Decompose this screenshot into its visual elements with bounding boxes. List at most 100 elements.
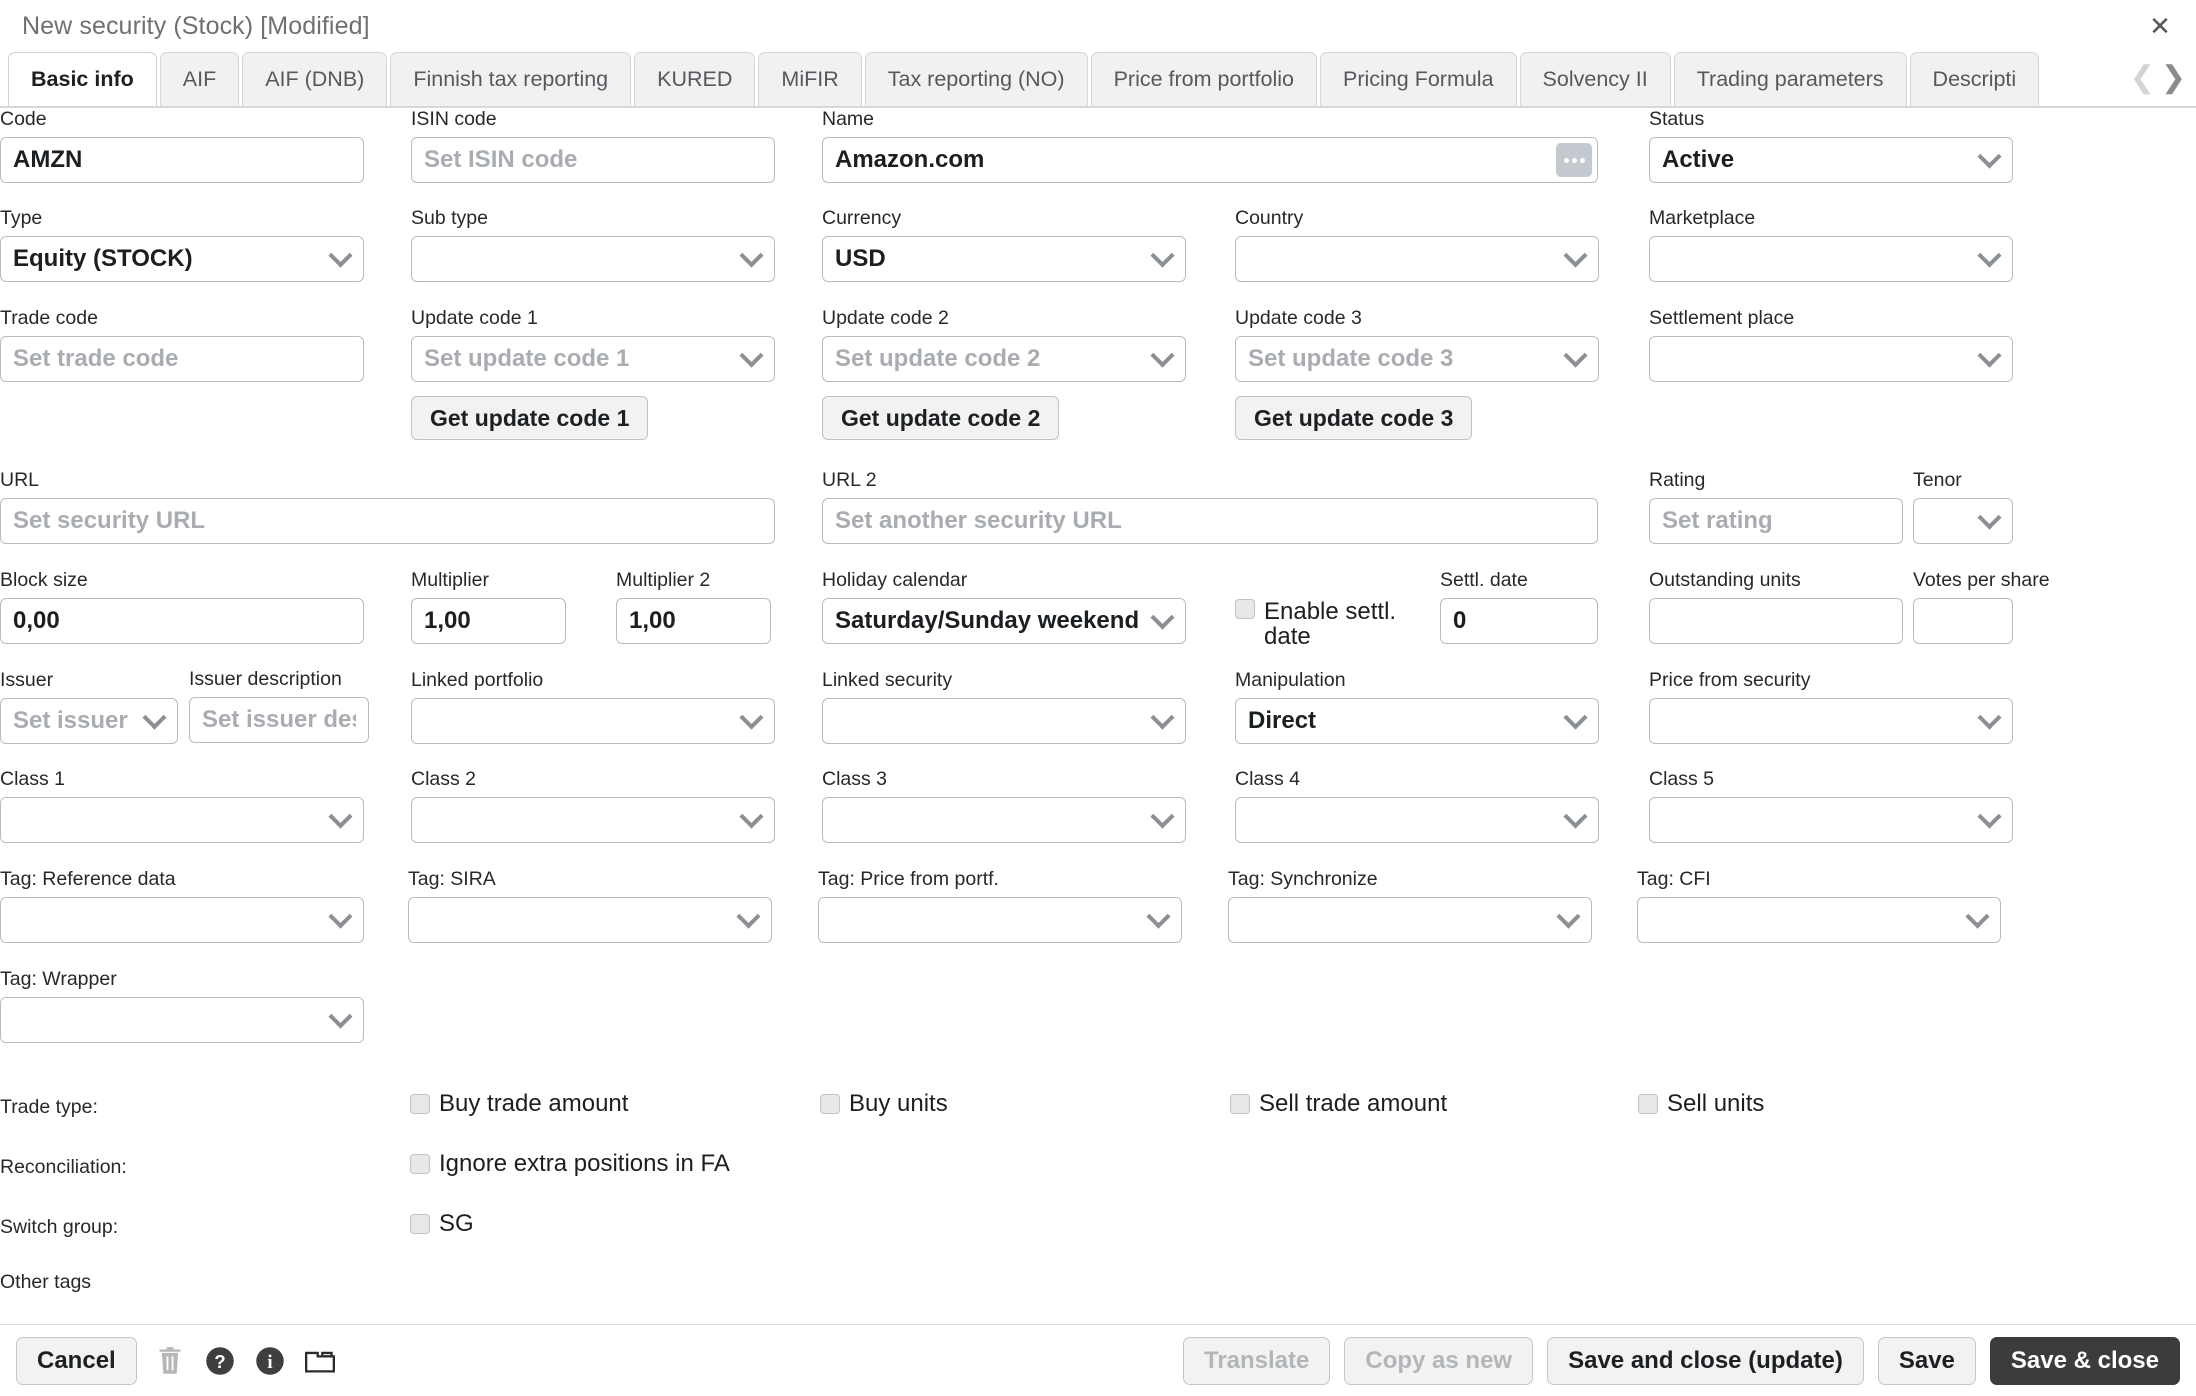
tag-price-from-portf-select[interactable] bbox=[818, 897, 1182, 943]
label-tag-wrapper: Tag: Wrapper bbox=[0, 968, 117, 990]
status-select[interactable]: Active bbox=[1649, 137, 2013, 183]
save-and-close-button[interactable]: Save & close bbox=[1989, 1336, 2180, 1385]
tab-descripti[interactable]: Descripti bbox=[1909, 52, 2040, 106]
tenor-select[interactable] bbox=[1913, 498, 2013, 544]
checkbox-sg[interactable]: SG bbox=[410, 1210, 474, 1238]
tab-mifir[interactable]: MiFIR bbox=[758, 52, 862, 106]
field-tag-reference-data: Tag: Reference data bbox=[0, 868, 364, 943]
update-code-1-select[interactable]: Set update code 1 bbox=[411, 336, 775, 382]
sell-units-checkbox[interactable] bbox=[1638, 1094, 1658, 1114]
multiplier2-input[interactable]: 1,00 bbox=[616, 598, 771, 644]
info-circle-icon[interactable]: i bbox=[253, 1344, 287, 1378]
tab-kured[interactable]: KURED bbox=[634, 52, 756, 106]
type-select[interactable]: Equity (STOCK) bbox=[0, 236, 364, 282]
tab-pricing-formula[interactable]: Pricing Formula bbox=[1320, 52, 1517, 106]
tab-aif[interactable]: AIF bbox=[159, 52, 240, 106]
code-input[interactable]: AMZN bbox=[0, 137, 364, 183]
trash-icon[interactable] bbox=[153, 1344, 187, 1378]
checkbox-buy-trade-amount[interactable]: Buy trade amount bbox=[410, 1090, 628, 1118]
block-size-input[interactable]: 0,00 bbox=[0, 598, 364, 644]
class1-select[interactable] bbox=[0, 797, 364, 843]
chevron-left-icon[interactable]: ❮ bbox=[2130, 63, 2155, 93]
linked-portfolio-select[interactable] bbox=[411, 698, 775, 744]
sell-trade-amount-checkbox[interactable] bbox=[1230, 1094, 1250, 1114]
field-outstanding-units: Outstanding units bbox=[1649, 569, 1903, 644]
svg-text:?: ? bbox=[214, 1350, 225, 1371]
tab-aif-dnb[interactable]: AIF (DNB) bbox=[242, 52, 388, 106]
field-marketplace: Marketplace bbox=[1649, 207, 2013, 282]
enable-settl-date-checkbox[interactable] bbox=[1235, 599, 1255, 619]
tab-finnish-tax-reporting[interactable]: Finnish tax reporting bbox=[390, 52, 632, 106]
linked-security-select[interactable] bbox=[822, 698, 1186, 744]
checkbox-sell-trade-amount[interactable]: Sell trade amount bbox=[1230, 1090, 1447, 1118]
settl-date-value: 0 bbox=[1453, 607, 1467, 634]
trade-code-placeholder: Set trade code bbox=[13, 345, 179, 372]
copy-as-new-button[interactable]: Copy as new bbox=[1344, 1336, 1534, 1385]
tag-synchronize-select[interactable] bbox=[1228, 897, 1592, 943]
tab-trading-parameters[interactable]: Trading parameters bbox=[1673, 52, 1907, 106]
issuer-description-input[interactable]: Set issuer desc bbox=[189, 697, 369, 743]
label-holiday-calendar: Holiday calendar bbox=[822, 569, 968, 591]
question-circle-icon[interactable]: ? bbox=[203, 1344, 237, 1378]
get-update-code-3-button[interactable]: Get update code 3 bbox=[1235, 396, 1473, 440]
cancel-button[interactable]: Cancel bbox=[16, 1336, 137, 1385]
class3-select[interactable] bbox=[822, 797, 1186, 843]
update-code-2-select[interactable]: Set update code 2 bbox=[822, 336, 1186, 382]
tag-cfi-select[interactable] bbox=[1637, 897, 2001, 943]
label-trade-code: Trade code bbox=[0, 307, 98, 329]
name-input[interactable]: Amazon.com bbox=[822, 137, 1598, 183]
folder-icon[interactable] bbox=[303, 1344, 337, 1378]
checkbox-ignore-extra-positions[interactable]: Ignore extra positions in FA bbox=[410, 1150, 730, 1178]
trade-code-input[interactable]: Set trade code bbox=[0, 336, 364, 382]
sub-type-select[interactable] bbox=[411, 236, 775, 282]
url2-input[interactable]: Set another security URL bbox=[822, 498, 1598, 544]
tag-reference-data-select[interactable] bbox=[0, 897, 364, 943]
rating-placeholder: Set rating bbox=[1662, 507, 1773, 534]
country-select[interactable] bbox=[1235, 236, 1599, 282]
update-code-3-select[interactable]: Set update code 3 bbox=[1235, 336, 1599, 382]
class2-select[interactable] bbox=[411, 797, 775, 843]
url-input[interactable]: Set security URL bbox=[0, 498, 775, 544]
tab-price-from-portfolio[interactable]: Price from portfolio bbox=[1090, 52, 1317, 106]
chevron-right-icon[interactable]: ❯ bbox=[2161, 63, 2186, 93]
tab-basic-info[interactable]: Basic info bbox=[8, 52, 157, 106]
label-update-code-3: Update code 3 bbox=[1235, 307, 1362, 329]
marketplace-select[interactable] bbox=[1649, 236, 2013, 282]
sg-checkbox[interactable] bbox=[410, 1214, 430, 1234]
ellipsis-icon[interactable] bbox=[1556, 143, 1592, 177]
holiday-calendar-select[interactable]: Saturday/Sunday weekend bbox=[822, 598, 1186, 644]
save-button[interactable]: Save bbox=[1877, 1336, 1976, 1385]
issuer-description-placeholder: Set issuer desc bbox=[202, 706, 356, 733]
tag-wrapper-select[interactable] bbox=[0, 997, 364, 1043]
translate-button[interactable]: Translate bbox=[1182, 1336, 1331, 1385]
outstanding-units-input[interactable] bbox=[1649, 598, 1903, 644]
checkbox-buy-units[interactable]: Buy units bbox=[820, 1090, 948, 1118]
label-other-tags: Other tags bbox=[0, 1271, 92, 1293]
buy-trade-amount-checkbox[interactable] bbox=[410, 1094, 430, 1114]
get-update-code-2-button[interactable]: Get update code 2 bbox=[822, 396, 1060, 440]
tag-sira-select[interactable] bbox=[408, 897, 772, 943]
tab-tax-reporting-no[interactable]: Tax reporting (NO) bbox=[864, 52, 1088, 106]
field-sub-type: Sub type bbox=[411, 207, 775, 282]
checkbox-sell-units[interactable]: Sell units bbox=[1638, 1090, 1764, 1118]
settlement-place-select[interactable] bbox=[1649, 336, 2013, 382]
multiplier-input[interactable]: 1,00 bbox=[411, 598, 566, 644]
currency-select[interactable]: USD bbox=[822, 236, 1186, 282]
price-from-security-select[interactable] bbox=[1649, 698, 2013, 744]
issuer-select[interactable]: Set issuer bbox=[0, 698, 178, 744]
ignore-extra-positions-checkbox[interactable] bbox=[410, 1154, 430, 1174]
rating-input[interactable]: Set rating bbox=[1649, 498, 1903, 544]
tab-solvency-ii[interactable]: Solvency II bbox=[1519, 52, 1671, 106]
manipulation-select[interactable]: Direct bbox=[1235, 698, 1599, 744]
votes-per-share-input[interactable] bbox=[1913, 598, 2013, 644]
label-votes-per-share: Votes per share bbox=[1913, 569, 2050, 591]
isin-code-input[interactable]: Set ISIN code bbox=[411, 137, 775, 183]
class5-select[interactable] bbox=[1649, 797, 2013, 843]
enable-settl-date-label: Enable settl. date bbox=[1264, 598, 1397, 651]
get-update-code-1-button[interactable]: Get update code 1 bbox=[411, 396, 649, 440]
buy-units-checkbox[interactable] bbox=[820, 1094, 840, 1114]
class4-select[interactable] bbox=[1235, 797, 1599, 843]
settl-date-input[interactable]: 0 bbox=[1440, 598, 1598, 644]
save-and-close-update-button[interactable]: Save and close (update) bbox=[1547, 1336, 1864, 1385]
close-icon[interactable]: ✕ bbox=[2142, 8, 2178, 44]
